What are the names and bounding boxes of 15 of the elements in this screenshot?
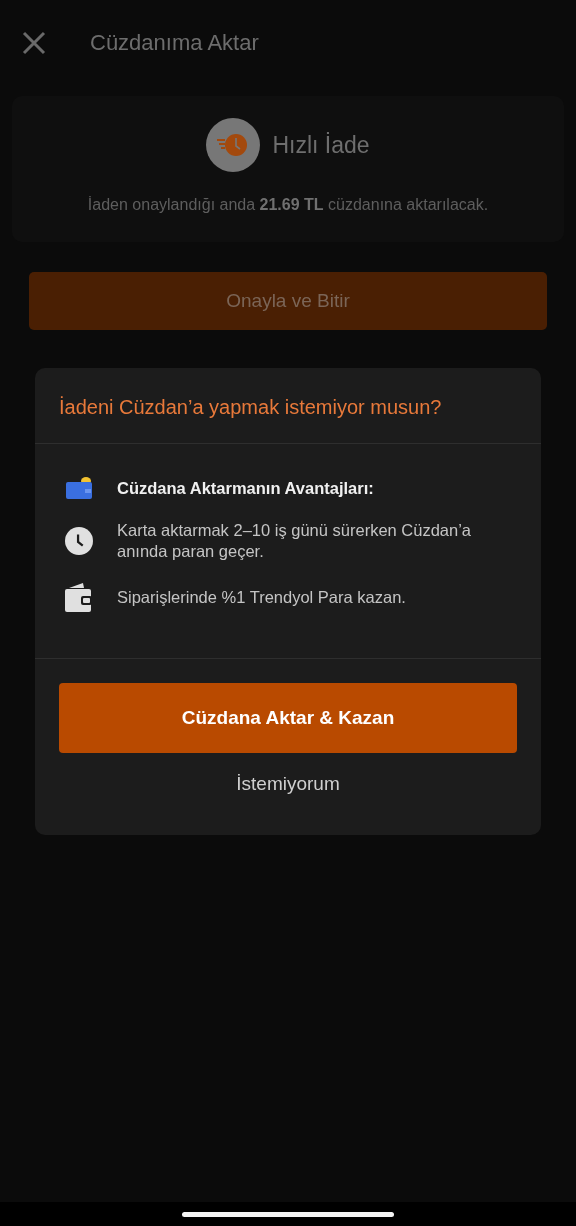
refund-message: İaden onaylandığı anda 21.69 TL cüzdanına aktarılacak. (87, 196, 489, 214)
dialog-title: İadeni Cüzdan’a yapmak istemiyor musun? (35, 368, 541, 444)
decline-button[interactable]: İstemiyorum (232, 769, 344, 799)
wallet-icon (65, 582, 93, 612)
home-indicator[interactable] (182, 1211, 394, 1217)
benefit-text: Karta aktarmak 2–10 iş günü sürerken Cüzdan’a anında paran geçer. (117, 520, 473, 562)
wallet-icon (65, 476, 93, 500)
benefit-text: Siparişlerinde %1 Trendyol Para kazan. (117, 586, 406, 608)
clock-icon (65, 526, 93, 556)
card-title: Hızlı İade (272, 131, 370, 159)
close-icon[interactable] (22, 31, 46, 55)
fast-clock-icon (206, 118, 261, 172)
benefit-text: Cüzdana Aktarmanın Avantajları: (117, 477, 374, 499)
page-title: Cüzdanıma Aktar (90, 30, 259, 56)
transfer-button[interactable]: Cüzdana Aktar & Kazan (59, 683, 517, 753)
